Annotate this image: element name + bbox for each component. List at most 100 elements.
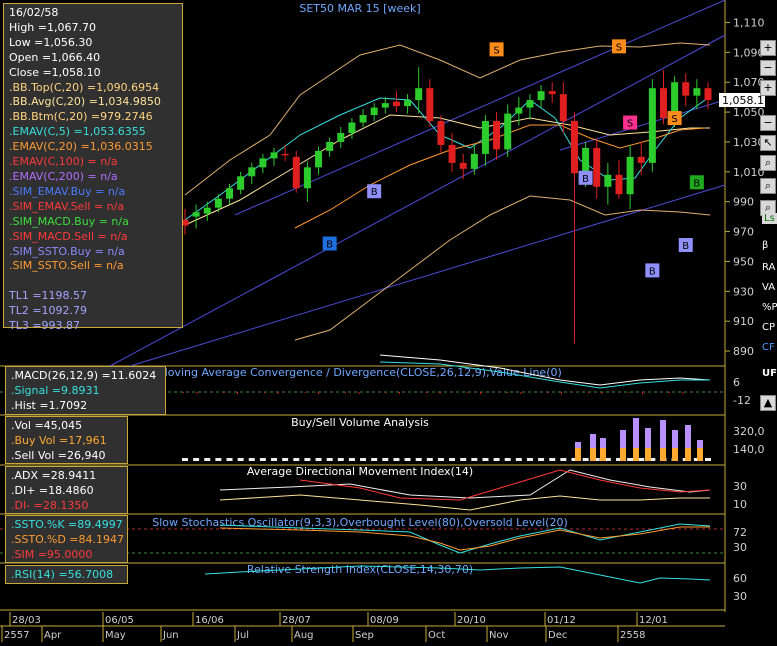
- buy-volume-bar: [575, 448, 581, 461]
- month-label: Aug: [294, 630, 314, 641]
- volume-bar: [549, 458, 556, 461]
- minus-icon[interactable]: −: [760, 115, 776, 131]
- candle-body: [392, 101, 400, 107]
- volume-bar: [248, 458, 255, 461]
- toolbar-label[interactable]: CP: [762, 322, 775, 333]
- volume-bar: [304, 458, 311, 461]
- volume-bar: [437, 458, 444, 461]
- month-label: Dec: [548, 630, 567, 641]
- candle-body: [615, 174, 623, 195]
- zoom-in-icon[interactable]: +: [760, 40, 776, 56]
- signal-label: S: [493, 45, 499, 56]
- month-label: Jul: [236, 630, 249, 641]
- volume-bar: [404, 458, 411, 461]
- info-row: .BB.Top(C,20) =1,090.6954: [9, 80, 160, 94]
- ssto-tick: 30: [733, 541, 747, 554]
- volume-bar: [393, 458, 400, 461]
- info-row: .BB.Btm(C,20) =979.2746: [9, 110, 153, 124]
- volume-bar: [627, 458, 634, 461]
- info-row: .Vol =45,045: [11, 419, 83, 432]
- toolbar-label[interactable]: UF: [762, 368, 777, 379]
- info-row: .BB.Avg(C,20) =1,034.9850: [9, 95, 161, 109]
- volume-bar: [360, 458, 367, 461]
- month-label: 2558: [620, 630, 645, 641]
- info-row: .DI+ =18.4860: [11, 483, 94, 497]
- toolbar-label[interactable]: RA: [762, 262, 775, 273]
- ssto-title: Slow Stochastics Oscillator(9,3,3),Overb…: [152, 516, 568, 529]
- scroll-up-icon[interactable]: ▲: [760, 395, 776, 411]
- candle-body: [593, 147, 601, 187]
- plus-icon[interactable]: +: [760, 80, 776, 96]
- zoom-out-icon[interactable]: −: [760, 60, 776, 76]
- y-tick-label: 890: [733, 345, 754, 358]
- volume-bar: [471, 458, 478, 461]
- volume-bar: [460, 458, 467, 461]
- volume-bar: [538, 458, 545, 461]
- y-tick-label: 990: [733, 196, 754, 209]
- buy-volume-bar: [697, 448, 703, 461]
- volume-bar: [337, 458, 344, 461]
- toolbar-label[interactable]: β: [762, 240, 768, 251]
- candle-body: [248, 167, 256, 177]
- volume-bar: [182, 458, 188, 461]
- candle-body: [259, 158, 267, 168]
- current-price-label: 1,058.1: [722, 94, 764, 107]
- info-row: TL2 =1092.79: [9, 304, 88, 318]
- sell-volume-bar: [660, 420, 666, 450]
- toolbar-label[interactable]: %P: [762, 302, 777, 313]
- info-row: Close =1,058.10: [9, 65, 101, 79]
- sell-volume-bar: [672, 430, 678, 450]
- chart-title: SET50 MAR 15 [week]: [299, 2, 420, 15]
- toolbar-label[interactable]: CF: [762, 342, 775, 353]
- month-label: Sep: [355, 630, 374, 641]
- info-row: .Signal =9.8931: [11, 383, 100, 397]
- candle-body: [214, 198, 222, 208]
- volume-bar: [215, 458, 222, 461]
- date-label: 01/12: [547, 615, 576, 626]
- candle-body: [515, 107, 523, 114]
- candle-body: [270, 152, 278, 159]
- date-label: 16/06: [195, 615, 224, 626]
- candle-body: [226, 188, 234, 199]
- volume-bar: [482, 458, 489, 461]
- volume-bar: [582, 458, 589, 461]
- month-label: 2557: [4, 630, 29, 641]
- toolbar-label[interactable]: VA: [762, 282, 775, 293]
- buy-volume-bar: [672, 448, 678, 461]
- candle-body: [570, 121, 578, 174]
- sell-volume-bar: [645, 428, 651, 450]
- candle-body: [526, 100, 534, 108]
- search-plus-icon[interactable]: ⌕: [760, 178, 776, 194]
- candle-body: [303, 167, 311, 189]
- volume-tick: 140,0: [733, 443, 765, 456]
- candle-body: [604, 174, 612, 187]
- toolbar-label[interactable]: Ls: [762, 213, 777, 224]
- search-icon[interactable]: ⌕: [760, 155, 776, 171]
- candle-body: [637, 156, 645, 163]
- info-row: .SSTO.%D =84.1947: [11, 532, 125, 546]
- date-label: 28/03: [12, 615, 41, 626]
- candle-body: [582, 147, 590, 174]
- candle-body: [337, 132, 345, 142]
- buy-volume-bar: [660, 448, 666, 461]
- buy-volume-bar: [633, 448, 639, 461]
- candle-body: [426, 88, 434, 122]
- y-tick-label: 1,110: [733, 16, 765, 29]
- candle-body: [437, 121, 445, 145]
- candle-body: [493, 121, 501, 150]
- adx-tick: 30: [733, 480, 747, 493]
- info-row: .Sell Vol =26,940: [11, 448, 106, 462]
- rsi-info-box: .RSI(14) =56.7008: [5, 565, 128, 584]
- info-row: High =1,067.70: [9, 20, 96, 34]
- signal-label: B: [582, 174, 589, 185]
- volume-bar: [382, 458, 389, 461]
- volume-bar: [504, 458, 511, 461]
- candle-body: [548, 91, 556, 95]
- date-label: 28/07: [282, 615, 311, 626]
- volume-bar: [705, 458, 711, 461]
- candle-body: [626, 156, 634, 195]
- y-tick-label: 910: [733, 315, 754, 328]
- arrow-left-icon[interactable]: ↖: [760, 135, 776, 151]
- signal-label: S: [627, 119, 633, 130]
- info-row: .SIM_SSTO.Sell = n/a: [9, 259, 124, 273]
